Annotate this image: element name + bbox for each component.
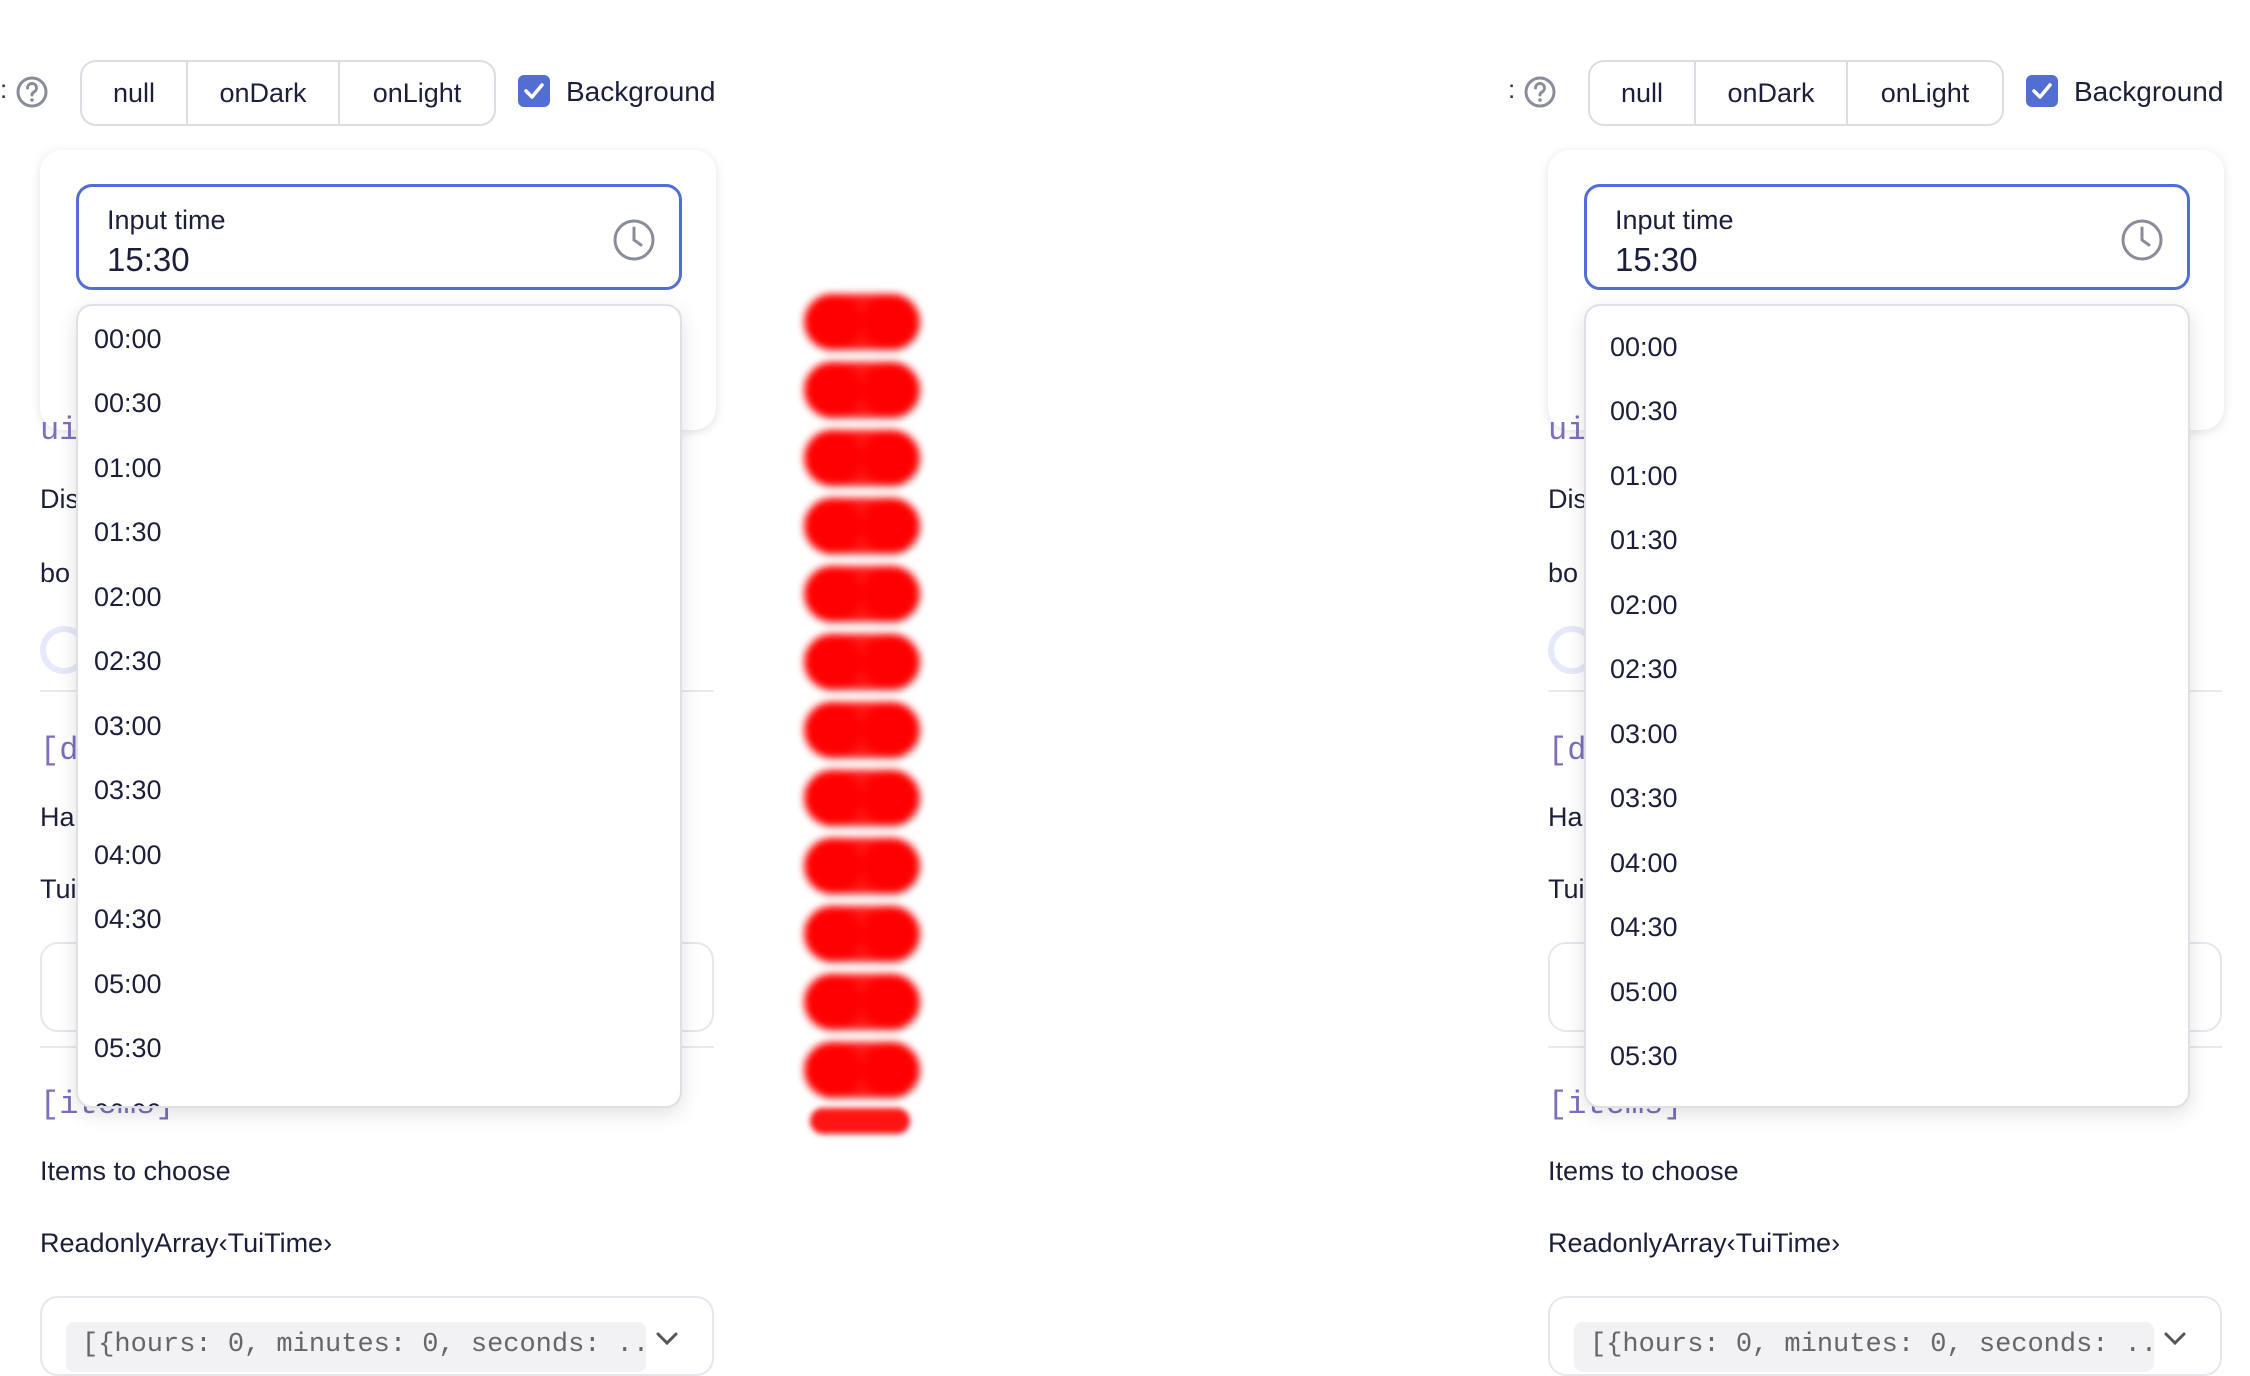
type-fragment: bo (40, 558, 71, 588)
items-type: ReadonlyArray‹TuiTime› (1548, 1228, 1841, 1258)
items-code-input[interactable]: [{hours: 0, minutes: 0, seconds: ... (1574, 1322, 2154, 1372)
time-option[interactable]: 04:30 (94, 904, 162, 935)
colon-text: : (0, 74, 8, 104)
toolbar: : null onDark onLight Background (0, 60, 760, 126)
check-icon (2032, 83, 2052, 99)
diff-marker (804, 430, 920, 486)
diff-marker (804, 770, 920, 826)
time-option[interactable]: 04:00 (1610, 848, 1678, 879)
diff-marker (804, 1042, 920, 1098)
toolbar: : null onDark onLight Background (1508, 60, 2250, 126)
time-input-field[interactable]: Input time 15:30 (76, 184, 682, 290)
diff-marker (804, 702, 920, 758)
diff-markers (800, 294, 926, 1140)
panel-after: : null onDark onLight Background ui Dis … (1508, 0, 2250, 1376)
section-header-fragment: ui (40, 412, 79, 449)
section-header-fragment: [d (1548, 732, 1587, 769)
time-option[interactable]: 04:30 (1610, 912, 1678, 943)
time-option[interactable]: 01:30 (1610, 525, 1678, 556)
description-fragment: Dis (1548, 484, 1587, 514)
time-option[interactable]: 02:30 (1610, 654, 1678, 685)
colon-text: : (1508, 74, 1516, 104)
time-options-dropdown: 00:00 00:30 01:00 01:30 02:00 02:30 03:0… (1584, 304, 2190, 1108)
time-option[interactable]: 03:30 (1610, 783, 1678, 814)
time-input-field[interactable]: Input time 15:30 (1584, 184, 2190, 290)
type-fragment: Tui (1548, 874, 1585, 904)
segment-ondark-button[interactable]: onDark (188, 62, 340, 124)
time-option[interactable]: 05:30 (94, 1033, 162, 1064)
time-option[interactable]: 03:00 (94, 711, 162, 742)
type-fragment: bo (1548, 558, 1579, 588)
chevron-down-icon[interactable] (2160, 1324, 2190, 1354)
diff-marker (804, 634, 920, 690)
time-option[interactable]: 05:00 (1610, 977, 1678, 1008)
panel-before: : null onDark onLight Background ui Dis … (0, 0, 760, 1376)
input-label: Input time (107, 205, 226, 235)
time-option[interactable]: 03:00 (1610, 719, 1678, 750)
items-description: Items to choose (40, 1156, 231, 1186)
section-header-fragment: ui (1548, 412, 1587, 449)
time-option[interactable]: 02:30 (94, 646, 162, 677)
segment-ondark-button[interactable]: onDark (1696, 62, 1848, 124)
input-label: Input time (1615, 205, 1734, 235)
time-option[interactable]: 05:30 (1610, 1041, 1678, 1072)
clock-icon[interactable] (2119, 217, 2165, 263)
input-value: 15:30 (1615, 241, 1698, 278)
input-value: 15:30 (107, 241, 190, 278)
items-code-box: [{hours: 0, minutes: 0, seconds: ... (40, 1296, 714, 1376)
segment-onlight-button[interactable]: onLight (1848, 62, 2002, 124)
background-label: Background (566, 76, 716, 107)
section-header-fragment: [d (40, 732, 79, 769)
appearance-segmented-control: null onDark onLight (1588, 60, 2004, 126)
help-circle-icon[interactable] (14, 74, 50, 110)
time-option[interactable]: 06:00 (94, 1098, 162, 1106)
check-icon (524, 83, 544, 99)
items-type: ReadonlyArray‹TuiTime› (40, 1228, 333, 1258)
time-option[interactable]: 01:00 (94, 453, 162, 484)
items-code-box: [{hours: 0, minutes: 0, seconds: ... (1548, 1296, 2222, 1376)
diff-marker (804, 362, 920, 418)
background-checkbox[interactable] (518, 75, 550, 107)
items-code-input[interactable]: [{hours: 0, minutes: 0, seconds: ... (66, 1322, 646, 1372)
segment-onlight-button[interactable]: onLight (340, 62, 494, 124)
clock-icon[interactable] (611, 217, 657, 263)
time-option[interactable]: 02:00 (1610, 590, 1678, 621)
time-option[interactable]: 00:00 (1610, 332, 1678, 363)
time-option[interactable]: 02:00 (94, 582, 162, 613)
description-fragment: Ha (40, 802, 75, 832)
help-circle-icon[interactable] (1522, 74, 1558, 110)
type-fragment: Tui (40, 874, 77, 904)
segment-null-button[interactable]: null (1590, 62, 1696, 124)
diff-marker (804, 838, 920, 894)
time-option[interactable]: 01:00 (1610, 461, 1678, 492)
time-option[interactable]: 03:30 (94, 775, 162, 806)
time-option[interactable]: 00:00 (94, 324, 162, 355)
segment-null-button[interactable]: null (82, 62, 188, 124)
description-fragment: Ha (1548, 802, 1583, 832)
diff-marker (810, 1108, 910, 1134)
description-fragment: Dis (40, 484, 79, 514)
appearance-segmented-control: null onDark onLight (80, 60, 496, 126)
diff-marker (804, 974, 920, 1030)
background-label: Background (2074, 76, 2224, 107)
diff-marker (804, 294, 920, 350)
time-option[interactable]: 00:30 (94, 388, 162, 419)
time-option[interactable]: 01:30 (94, 517, 162, 548)
chevron-down-icon[interactable] (652, 1324, 682, 1354)
time-options-dropdown: 00:00 00:30 01:00 01:30 02:00 02:30 03:0… (76, 304, 682, 1108)
time-option[interactable]: 04:00 (94, 840, 162, 871)
diff-marker (804, 906, 920, 962)
items-description: Items to choose (1548, 1156, 1739, 1186)
time-option[interactable]: 00:30 (1610, 396, 1678, 427)
time-option[interactable]: 05:00 (94, 969, 162, 1000)
background-checkbox[interactable] (2026, 75, 2058, 107)
diff-marker (804, 498, 920, 554)
diff-marker (804, 566, 920, 622)
